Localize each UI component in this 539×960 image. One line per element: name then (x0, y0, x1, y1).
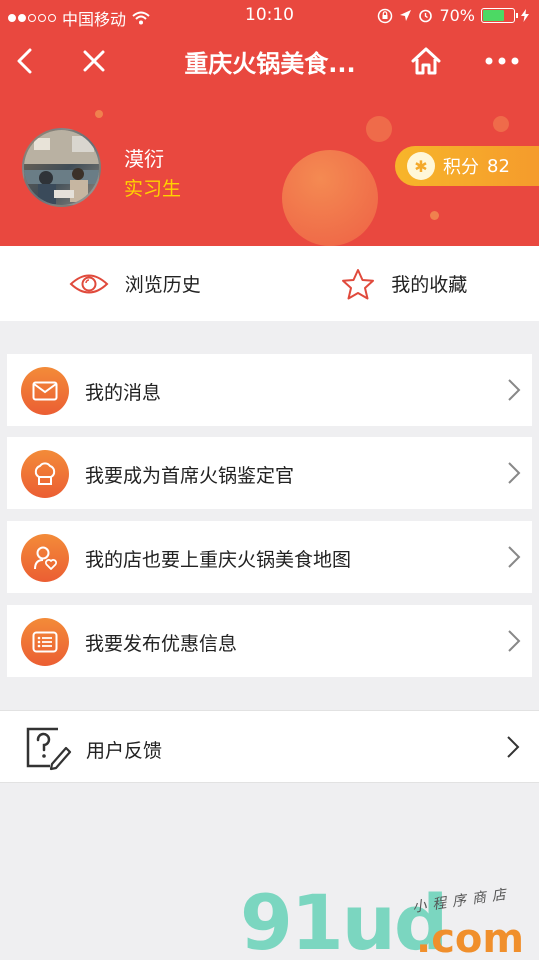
menu-item-label: 用户反馈 (86, 740, 163, 762)
chevron-right-icon (508, 546, 521, 568)
menu-icon-circle (21, 618, 69, 666)
user-name: 漠衍 (124, 147, 164, 171)
decor-circle-large (282, 150, 378, 246)
eye-icon (69, 274, 109, 293)
location-arrow-icon (400, 10, 412, 21)
decor-circle-small (366, 116, 392, 142)
chevron-right-icon (507, 736, 520, 758)
menu-item-publish-offer[interactable]: 我要发布优惠信息 (7, 605, 532, 677)
avatar[interactable] (22, 128, 101, 207)
status-bar: 中国移动 10:10 70% (0, 0, 539, 32)
home-icon (411, 47, 441, 75)
quick-link-label: 浏览历史 (124, 274, 201, 296)
home-button[interactable] (408, 44, 444, 78)
decor-circle-small (493, 116, 509, 132)
menu-item-feedback[interactable]: 用户反馈 (0, 710, 539, 783)
location-heart-icon (34, 546, 57, 570)
more-button[interactable] (484, 44, 520, 78)
close-icon (83, 50, 105, 72)
menu-item-become-taster[interactable]: 我要成为首席火锅鉴定官 (7, 437, 532, 509)
orientation-lock-icon (378, 8, 393, 23)
menu-item-label: 我要发布优惠信息 (85, 633, 238, 655)
alarm-icon (419, 9, 433, 23)
more-dots-icon (485, 57, 519, 65)
menu-item-label: 我的店也要上重庆火锅美食地图 (85, 549, 352, 571)
star-icon (342, 268, 375, 299)
list-card-icon (32, 631, 58, 653)
menu-icon-circle (21, 367, 69, 415)
menu-item-label: 我要成为首席火锅鉴定官 (85, 465, 295, 487)
page-title: 重庆火锅美食... (184, 50, 356, 78)
decor-circle-small (430, 211, 439, 220)
question-edit-icon (26, 727, 72, 771)
watermark-com: .com (416, 916, 525, 960)
quick-link-favorites[interactable]: 我的收藏 (270, 246, 539, 321)
menu-item-label: 我的消息 (85, 382, 162, 404)
quick-link-history[interactable]: 浏览历史 (0, 246, 270, 321)
battery-percent: 70% (439, 6, 475, 25)
quick-link-label: 我的收藏 (391, 274, 468, 296)
back-button[interactable] (6, 44, 42, 78)
decor-circle-small (95, 110, 103, 118)
quick-links: 浏览历史 我的收藏 (0, 246, 539, 321)
charging-icon (521, 9, 529, 22)
menu-icon-circle (21, 534, 69, 582)
profile-header: 中国移动 10:10 70% 重庆火锅美食... 漠衍 实习生 ✱ 积分 82 (0, 0, 539, 246)
close-button[interactable] (76, 44, 112, 78)
avatar-photo-icon (24, 130, 99, 204)
chevron-right-icon (508, 379, 521, 401)
points-badge[interactable]: ✱ 积分 82 (395, 146, 539, 186)
chevron-right-icon (508, 462, 521, 484)
menu-icon-circle (21, 450, 69, 498)
battery-icon (481, 8, 518, 23)
back-chevron-icon (17, 48, 32, 74)
menu-item-messages[interactable]: 我的消息 (7, 354, 532, 426)
points-coin-icon: ✱ (407, 152, 435, 180)
chevron-right-icon (508, 630, 521, 652)
user-role: 实习生 (124, 178, 182, 200)
nav-bar: 重庆火锅美食... (0, 32, 539, 90)
points-label: 积分 (443, 157, 479, 178)
menu-item-add-shop[interactable]: 我的店也要上重庆火锅美食地图 (7, 521, 532, 593)
watermark-logo: 91ud 小程序商店 .com (240, 878, 539, 960)
points-value: 82 (487, 155, 510, 177)
envelope-icon (32, 381, 58, 401)
chef-hat-icon (34, 462, 56, 485)
